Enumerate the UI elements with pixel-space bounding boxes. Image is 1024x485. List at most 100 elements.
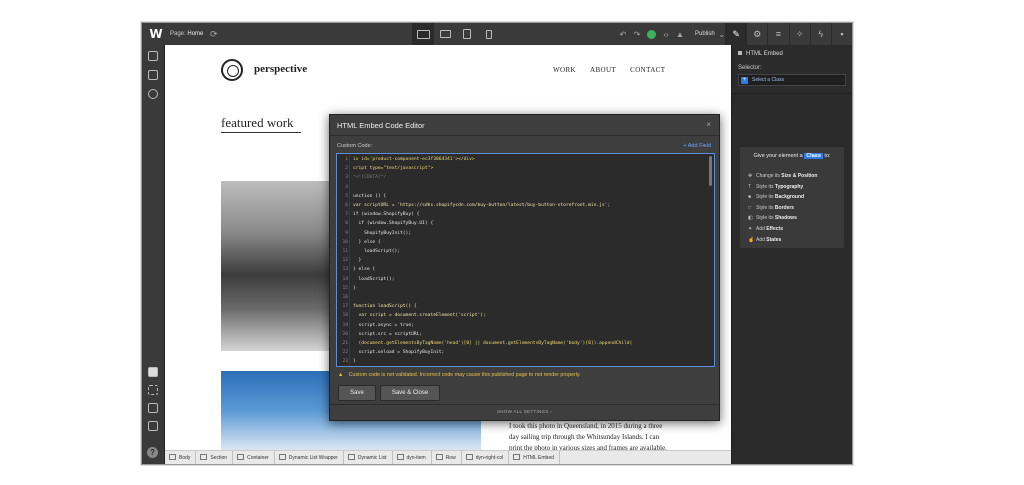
- line-number: 1: [345, 157, 348, 162]
- preview-icon[interactable]: [148, 403, 158, 413]
- code-line[interactable]: var scriptURL = 'https://sdks.shopifycdn…: [353, 203, 610, 208]
- tablet-portrait-icon[interactable]: [456, 23, 478, 45]
- webflow-logo[interactable]: W: [148, 26, 164, 42]
- breadcrumb-item[interactable]: Container: [233, 451, 275, 464]
- breadcrumb-item[interactable]: HTML Embed: [509, 451, 560, 464]
- code-line[interactable]: } else {: [353, 267, 375, 272]
- selection-tool-icon[interactable]: [148, 367, 158, 377]
- breadcrumb-item[interactable]: Body: [165, 451, 197, 464]
- code-line[interactable]: if (window.ShopifyBuy.UI) {: [353, 221, 434, 226]
- code-line[interactable]: ShopifyBuyInit();: [353, 231, 411, 236]
- tip-icon: ■: [748, 194, 752, 201]
- close-icon[interactable]: ×: [706, 120, 711, 129]
- code-line[interactable]: script.onload = ShopifyBuyInit;: [353, 350, 445, 355]
- line-number: 8: [345, 221, 348, 227]
- nav-contact[interactable]: CONTACT: [630, 66, 665, 74]
- show-all-settings-link[interactable]: SHOW ALL SETTINGS ›: [330, 409, 719, 414]
- validation-warning: ▲ Custom code is not validated. Incorrec…: [338, 372, 581, 378]
- settings-gear-icon[interactable]: ⚙: [746, 23, 767, 45]
- tip-emphasis: States: [766, 236, 782, 243]
- navigator-tree-icon[interactable]: [148, 421, 158, 431]
- photo-caption[interactable]: I took this photo in Queensland, in 2015…: [509, 421, 669, 450]
- code-export-icon[interactable]: ‹›: [659, 30, 673, 39]
- tablet-landscape-icon[interactable]: [434, 23, 456, 45]
- featured-heading[interactable]: featured work: [221, 115, 294, 131]
- code-line[interactable]: cript type="text/javascript">: [353, 166, 433, 171]
- class-selector-input[interactable]: + Select a Class: [738, 74, 846, 86]
- guides-icon[interactable]: [148, 385, 158, 395]
- tip-item[interactable]: T Style its Typography: [748, 184, 803, 190]
- selected-element-title: HTML Embed: [738, 51, 783, 57]
- mobile-view-icon[interactable]: [478, 23, 500, 45]
- tip-item[interactable]: ✥ Change its Size & Position: [748, 173, 817, 179]
- code-line[interactable]: *<![CDATA[*/: [353, 175, 386, 180]
- refresh-icon[interactable]: ⟳: [210, 28, 218, 40]
- code-line[interactable]: iv id='product-component-ec3f3064341'></…: [353, 157, 475, 162]
- code-line[interactable]: (document.getElementsByTagName('head')[0…: [353, 341, 633, 346]
- aperture-logo-icon[interactable]: [221, 59, 243, 81]
- tips-heading: Give your element a Class to:: [740, 153, 844, 159]
- add-element-icon[interactable]: [148, 51, 158, 61]
- tip-item[interactable]: ☝ Add States: [748, 237, 781, 243]
- editor-scrollbar[interactable]: [709, 156, 712, 186]
- save-button[interactable]: Save: [338, 385, 376, 401]
- chevron-right-icon: ›: [550, 409, 553, 414]
- code-line[interactable]: script.async = true;: [353, 323, 414, 328]
- nav-work[interactable]: WORK: [553, 66, 576, 74]
- redo-icon[interactable]: ↷: [630, 30, 644, 39]
- line-number: 18: [342, 313, 348, 319]
- breadcrumb-item[interactable]: dyn-item: [393, 451, 432, 464]
- help-icon[interactable]: ?: [147, 447, 158, 458]
- page-name: Home: [187, 31, 204, 37]
- undo-icon[interactable]: ↶: [616, 30, 630, 39]
- code-line[interactable]: } else {: [353, 240, 381, 245]
- pages-icon[interactable]: [148, 70, 158, 80]
- navigator-icon[interactable]: ≡: [767, 23, 788, 45]
- code-line[interactable]: }: [353, 286, 356, 291]
- line-number: 17: [342, 304, 348, 310]
- tip-icon: □: [748, 204, 752, 211]
- code-line[interactable]: if (window.ShopifyBuy) {: [353, 212, 419, 217]
- code-line[interactable]: }: [353, 258, 362, 263]
- tip-item[interactable]: □ Style its Borders: [748, 205, 794, 211]
- code-line[interactable]: script.src = scriptURL;: [353, 332, 423, 337]
- nav-about[interactable]: ABOUT: [590, 66, 616, 74]
- code-editor[interactable]: 1 2 3 4 5 6 7 8 9 10 11 12 13 14 15 16 17 18 19 20 21 22 23 iv…: [336, 153, 715, 367]
- tip-emphasis: Borders: [774, 204, 795, 211]
- tip-text: Style its: [756, 204, 775, 211]
- assets-icon[interactable]: ✧: [788, 23, 810, 45]
- code-line[interactable]: function loadScript() {: [353, 304, 417, 309]
- interactions-icon[interactable]: ϟ: [809, 23, 831, 45]
- breadcrumb-item[interactable]: Dynamic List Wrapper: [275, 451, 344, 464]
- code-line[interactable]: }: [353, 359, 356, 364]
- cms-database-icon[interactable]: [148, 89, 158, 99]
- site-name[interactable]: perspective: [254, 63, 307, 75]
- breadcrumb-item[interactable]: Row: [432, 451, 462, 464]
- tip-text: Add: [756, 226, 767, 232]
- code-line[interactable]: var script = document.createElement('scr…: [353, 313, 486, 318]
- design-canvas[interactable]: perspective WORK ABOUT CONTACT featured …: [165, 45, 731, 450]
- breadcrumb-item[interactable]: Section: [196, 451, 234, 464]
- publish-button[interactable]: Publish: [695, 31, 715, 37]
- tip-text: Style its: [756, 194, 775, 201]
- breadcrumb-item[interactable]: Dynamic List: [344, 451, 393, 464]
- breadcrumb-item[interactable]: dyn-right-col: [462, 451, 510, 464]
- desktop-view-icon[interactable]: [412, 23, 434, 45]
- page-selector[interactable]: Page: Home: [170, 23, 203, 45]
- code-line[interactable]: loadScript();: [353, 249, 400, 254]
- save-close-button[interactable]: Save & Close: [380, 385, 440, 401]
- code-line[interactable]: unction () {: [353, 194, 386, 199]
- line-number: 4: [345, 184, 348, 190]
- style-panel-brush-icon[interactable]: ✎: [725, 23, 747, 45]
- tip-item[interactable]: ◧ Style its Shadows: [748, 215, 797, 221]
- line-number: 5: [345, 193, 348, 199]
- code-line[interactable]: loadScript();: [353, 277, 395, 282]
- more-menu-icon[interactable]: ▪: [830, 23, 852, 45]
- add-class-icon[interactable]: +: [741, 77, 748, 84]
- tip-item[interactable]: ■ Style its Background: [748, 194, 804, 200]
- tip-item[interactable]: ✦ Add Effects: [748, 226, 783, 232]
- add-field-link[interactable]: + Add Field: [683, 143, 711, 149]
- tips-heading-post: to:: [824, 153, 831, 159]
- panel-tabs: ✎ ⚙ ≡ ✧ ϟ ▪: [725, 23, 852, 45]
- custom-code-label: Custom Code:: [337, 143, 373, 149]
